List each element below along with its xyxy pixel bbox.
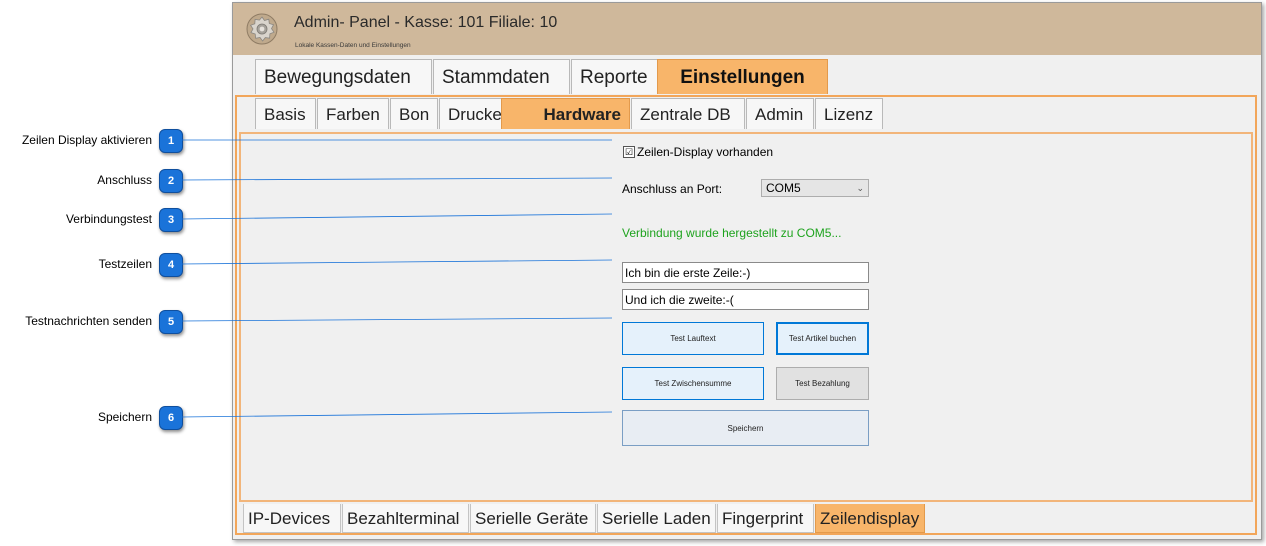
tab-bon[interactable]: Bon xyxy=(390,98,438,129)
tab-zeilendisplay[interactable]: Zeilendisplay xyxy=(815,504,925,533)
window-title: Admin- Panel - Kasse: 101 Filiale: 10 xyxy=(294,14,558,31)
settings-tab-bar: Basis Farben Bon Drucker Hardware Zentra… xyxy=(233,98,1261,130)
port-label: Anschluss an Port: xyxy=(622,182,723,196)
tab-fingerprint[interactable]: Fingerprint xyxy=(717,504,814,533)
callout-label-testnachrichten: Testnachrichten senden xyxy=(25,314,152,328)
title-bar: Admin- Panel - Kasse: 101 Filiale: 10 Lo… xyxy=(233,3,1261,55)
callout-badge-1: 1 xyxy=(159,129,183,153)
tab-stammdaten[interactable]: Stammdaten xyxy=(433,59,570,94)
callout-label-testzeilen: Testzeilen xyxy=(98,257,152,271)
display-checkbox-label: Zeilen-Display vorhanden xyxy=(637,145,774,159)
callout-label-display: Zeilen Display aktivieren xyxy=(21,133,152,147)
hardware-tab-bar: IP-Devices Bezahlterminal Serielle Gerät… xyxy=(239,504,1253,534)
callout-badge-6: 6 xyxy=(159,406,183,430)
tab-zentrale-db[interactable]: Zentrale DB xyxy=(631,98,745,129)
gear-icon xyxy=(246,13,278,45)
tab-farben[interactable]: Farben xyxy=(317,98,389,129)
tab-serielle-laden[interactable]: Serielle Laden xyxy=(597,504,716,533)
callout-label-verbindungstest: Verbindungstest xyxy=(65,212,152,226)
test-lauftext-button[interactable]: Test Lauftext xyxy=(622,322,764,355)
tab-lizenz[interactable]: Lizenz xyxy=(815,98,883,129)
test-line-2-input[interactable]: Und ich die zweite:-( xyxy=(622,289,869,310)
callout-label-speichern: Speichern xyxy=(97,410,152,424)
callout-badge-2: 2 xyxy=(159,169,183,193)
chevron-down-icon: ⌄ xyxy=(856,183,864,193)
tab-bewegungsdaten[interactable]: Bewegungsdaten xyxy=(255,59,432,94)
window-subtitle: Lokale Kassen-Daten und Einstellungen xyxy=(295,42,411,49)
callout-badge-5: 5 xyxy=(159,310,183,334)
callout-badge-3: 3 xyxy=(159,208,183,232)
tab-einstellungen[interactable]: Einstellungen xyxy=(657,59,828,94)
test-line-1-input[interactable]: Ich bin die erste Zeile:-) xyxy=(622,262,869,283)
tab-bezahlterminal[interactable]: Bezahlterminal xyxy=(342,504,469,533)
tab-hardware[interactable]: Hardware xyxy=(501,98,630,129)
callout-label-anschluss: Anschluss xyxy=(97,173,152,187)
connection-status: Verbindung wurde hergestellt zu COM5... xyxy=(622,226,842,240)
test-zwischensumme-button[interactable]: Test Zwischensumme xyxy=(622,367,764,400)
display-checkbox-row[interactable]: ☑ Zeilen-Display vorhanden xyxy=(623,145,773,159)
tab-admin[interactable]: Admin xyxy=(746,98,814,129)
main-tab-bar: Bewegungsdaten Stammdaten Reporte Einste… xyxy=(233,57,1261,94)
port-select[interactable]: COM5 ⌄ xyxy=(761,179,869,197)
tab-ip-devices[interactable]: IP-Devices xyxy=(243,504,341,533)
tab-reporte[interactable]: Reporte xyxy=(571,59,665,94)
callout-badge-4: 4 xyxy=(159,253,183,277)
tab-basis[interactable]: Basis xyxy=(255,98,316,129)
admin-panel-window: Admin- Panel - Kasse: 101 Filiale: 10 Lo… xyxy=(232,2,1262,540)
test-bezahlung-button[interactable]: Test Bezahlung xyxy=(776,367,869,400)
port-select-value: COM5 xyxy=(766,181,801,195)
zeilendisplay-panel: ☑ Zeilen-Display vorhanden Anschluss an … xyxy=(239,132,1253,502)
display-checkbox[interactable]: ☑ xyxy=(623,146,635,158)
save-button[interactable]: Speichern xyxy=(622,410,869,446)
tab-serielle-geraete[interactable]: Serielle Geräte xyxy=(470,504,596,533)
test-artikel-buchen-button[interactable]: Test Artikel buchen xyxy=(776,322,869,355)
